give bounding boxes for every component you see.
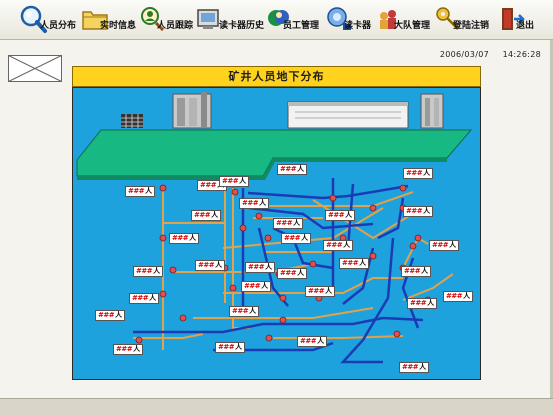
people-count-tag[interactable]: ###人: [229, 306, 260, 317]
people-count-tag[interactable]: ###人: [219, 176, 250, 187]
mine-headframe-left: [172, 92, 212, 129]
people-count-tag[interactable]: ###人: [241, 281, 272, 292]
people-count-tag[interactable]: ###人: [305, 286, 336, 297]
mine-map-panel: ###人 ###人 ###人 ###人 ###人 ###人 ###人 ###人 …: [72, 87, 481, 380]
people-count-tag[interactable]: ###人: [245, 262, 276, 273]
broken-image-icon: [8, 55, 62, 82]
people-count-tag[interactable]: ###人: [281, 233, 312, 244]
people-count-tag[interactable]: ###人: [195, 260, 226, 271]
people-count-tag[interactable]: ###人: [429, 240, 460, 251]
toolbar-label: 实时信息: [100, 21, 137, 31]
toolbar: 人员分布 实时信息 人员跟踪 读卡器历史 员工管理 读卡器 大队管理 登陆注销 …: [0, 0, 553, 40]
mine-map-diagram: [76, 92, 473, 364]
toolbar-label: 读卡器历史: [219, 21, 265, 31]
grid-building: [121, 114, 143, 128]
toolbar-button-personnel-tracking[interactable]: 人员跟踪: [137, 4, 197, 38]
status-bar: [0, 398, 553, 415]
surface-building-long: [287, 101, 409, 129]
people-count-tag[interactable]: ###人: [403, 206, 434, 217]
people-count-tag[interactable]: ###人: [215, 342, 246, 353]
toolbar-button-personnel-distribution[interactable]: 人员分布: [18, 4, 80, 38]
people-count-tag[interactable]: ###人: [399, 362, 430, 373]
people-count-tag[interactable]: ###人: [403, 168, 434, 179]
people-count-tag[interactable]: ###人: [401, 266, 432, 277]
toolbar-label: 大队管理: [394, 21, 431, 31]
people-count-tag[interactable]: ###人: [443, 291, 474, 302]
toolbar-label: 退出: [516, 21, 535, 31]
status-datetime: 2006/03/07 14:26:28: [440, 50, 541, 59]
people-count-tag[interactable]: ###人: [277, 164, 308, 175]
toolbar-button-card-reader[interactable]: 读卡器: [324, 4, 376, 38]
people-count-tag[interactable]: ###人: [323, 240, 354, 251]
toolbar-button-realtime-info[interactable]: 实时信息: [80, 4, 140, 38]
people-count-tag[interactable]: ###人: [273, 218, 304, 229]
people-count-tag[interactable]: ###人: [239, 198, 270, 209]
people-count-tag[interactable]: ###人: [113, 344, 144, 355]
app-window: 人员分布 实时信息 人员跟踪 读卡器历史 员工管理 读卡器 大队管理 登陆注销 …: [0, 0, 553, 415]
mine-headframe-right: [420, 93, 444, 129]
people-count-tag[interactable]: ###人: [297, 336, 328, 347]
people-count-tag[interactable]: ###人: [169, 233, 200, 244]
people-count-tag[interactable]: ###人: [125, 186, 156, 197]
toolbar-label: 人员跟踪: [157, 21, 194, 31]
toolbar-button-team-management[interactable]: 大队管理: [374, 4, 436, 38]
map-title: 矿井人员地下分布: [72, 66, 481, 87]
toolbar-label: 登陆注销: [453, 21, 490, 31]
toolbar-label: 人员分布: [40, 21, 77, 31]
toolbar-button-login-logout[interactable]: 登陆注销: [433, 4, 495, 38]
people-count-tag[interactable]: ###人: [129, 293, 160, 304]
people-count-tag[interactable]: ###人: [133, 266, 164, 277]
people-count-tag[interactable]: ###人: [407, 298, 438, 309]
toolbar-button-exit[interactable]: 退出: [496, 4, 536, 38]
people-count-tag[interactable]: ###人: [95, 310, 126, 321]
people-count-tag[interactable]: ###人: [325, 210, 356, 221]
people-count-tag[interactable]: ###人: [339, 258, 370, 269]
toolbar-label: 读卡器: [344, 21, 372, 31]
toolbar-label: 员工管理: [283, 21, 320, 31]
toolbar-button-staff-management[interactable]: 员工管理: [265, 4, 327, 38]
status-date: 2006/03/07: [439, 50, 489, 59]
people-count-tag[interactable]: ###人: [277, 268, 308, 279]
status-time: 14:26:28: [502, 50, 541, 59]
people-count-tag[interactable]: ###人: [191, 210, 222, 221]
toolbar-button-reader-history[interactable]: 读卡器历史: [196, 4, 266, 38]
